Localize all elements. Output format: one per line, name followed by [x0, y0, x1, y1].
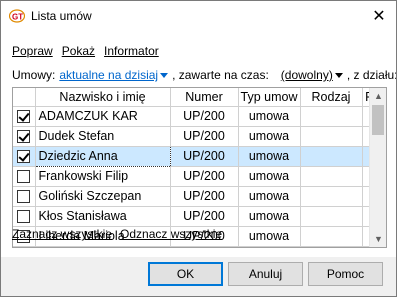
table-row[interactable]: Dziedzic Anna UP/200 umowa	[13, 145, 377, 167]
help-button[interactable]: Pomoc	[308, 262, 383, 286]
zawarte-dropdown-value: (dowolny)	[280, 68, 333, 82]
table-row[interactable]: Goliński Szczepan UP/200 umowa	[13, 186, 377, 207]
cell-type: umowa	[238, 186, 301, 207]
filter-bar: Umowy: aktualne na dzisiaj , zawarte na …	[12, 68, 397, 82]
cell-type: umowa	[238, 106, 301, 127]
cell-kind	[300, 206, 363, 227]
cell-number: UP/200	[170, 166, 239, 187]
umowy-dropdown-value: aktualne na dzisiaj	[59, 68, 159, 82]
cell-kind	[300, 186, 363, 207]
col-header-check[interactable]	[13, 88, 36, 107]
dialog-window: GT Lista umów ✕ Popraw Pokaż Informator …	[0, 0, 397, 297]
title-bar: GT Lista umów ✕	[1, 1, 396, 31]
menu-bar: Popraw Pokaż Informator	[12, 44, 159, 58]
cell-type: umowa	[238, 146, 301, 167]
row-checkbox[interactable]	[17, 130, 31, 144]
umowy-label: Umowy:	[12, 68, 56, 82]
dzial-label: , z działu:	[346, 68, 397, 82]
table-row[interactable]: Frankowski Filip UP/200 umowa	[13, 166, 377, 187]
window-title: Lista umów	[31, 9, 92, 23]
cell-type: umowa	[238, 126, 301, 147]
scroll-up-icon[interactable]: ▲	[374, 91, 383, 101]
ok-button[interactable]: OK	[148, 262, 223, 286]
cell-name: Frankowski Filip	[35, 166, 171, 187]
row-checkbox[interactable]	[17, 210, 31, 224]
menu-pokaz[interactable]: Pokaż	[62, 44, 95, 58]
cell-name: Kłos Stanisława	[35, 206, 171, 227]
contracts-grid[interactable]: Nazwisko i imię Numer Typ umow Rodzaj F …	[12, 87, 387, 248]
row-checkbox[interactable]	[17, 170, 31, 184]
cell-kind	[300, 166, 363, 187]
cell-name: Goliński Szczepan	[35, 186, 171, 207]
cell-type: umowa	[238, 206, 301, 227]
dropdown-arrow-icon	[160, 73, 169, 79]
table-row[interactable]: ADAMCZUK KAR UP/200 umowa	[13, 106, 377, 127]
cell-kind	[300, 146, 363, 167]
button-bar: OK Anuluj Pomoc	[1, 257, 396, 296]
col-header-number[interactable]: Numer	[170, 88, 239, 107]
cell-number: UP/200	[170, 126, 239, 147]
row-checkbox[interactable]	[17, 150, 31, 164]
select-all-link[interactable]: Zaznacz wszystkie	[12, 227, 112, 241]
row-checkbox-cell	[13, 106, 36, 127]
dialog-content: Popraw Pokaż Informator Umowy: aktualne …	[1, 31, 396, 257]
cell-kind	[300, 226, 363, 247]
row-checkbox[interactable]	[17, 110, 31, 124]
menu-informator[interactable]: Informator	[104, 44, 159, 58]
cell-name: Dudek Stefan	[35, 126, 171, 147]
table-row[interactable]: Dudek Stefan UP/200 umowa	[13, 126, 377, 147]
zawarte-label: , zawarte na czas:	[172, 68, 269, 82]
row-checkbox-cell	[13, 146, 36, 167]
table-row[interactable]: Kłos Stanisława UP/200 umowa	[13, 206, 377, 227]
row-checkbox-cell	[13, 186, 36, 207]
cell-kind	[300, 126, 363, 147]
cell-number: UP/200	[170, 106, 239, 127]
scroll-down-icon[interactable]: ▼	[374, 234, 383, 244]
cell-kind	[300, 106, 363, 127]
cell-name: Dziedzic Anna	[34, 145, 171, 167]
deselect-all-link[interactable]: Odznacz wszystkie	[120, 227, 222, 241]
vertical-scrollbar[interactable]: ▲ ▼	[369, 88, 386, 247]
table-header: Nazwisko i imię Numer Typ umow Rodzaj F	[13, 88, 377, 107]
cell-number: UP/200	[170, 206, 239, 227]
cell-number: UP/200	[170, 146, 239, 167]
cell-type: umowa	[238, 166, 301, 187]
col-header-type[interactable]: Typ umow	[238, 88, 301, 107]
menu-popraw[interactable]: Popraw	[12, 44, 53, 58]
dropdown-arrow-icon	[334, 73, 343, 79]
contracts-table: Nazwisko i imię Numer Typ umow Rodzaj F …	[13, 88, 377, 247]
selection-links: Zaznacz wszystkie Odznacz wszystkie	[12, 227, 222, 241]
table-body: ADAMCZUK KAR UP/200 umowa Dudek Stefan UP/20…	[13, 106, 377, 247]
cell-name: ADAMCZUK KAR	[35, 106, 171, 127]
umowy-dropdown[interactable]: aktualne na dzisiaj	[59, 68, 169, 82]
cell-number: UP/200	[170, 186, 239, 207]
zawarte-dropdown[interactable]: (dowolny)	[281, 68, 343, 82]
row-checkbox-cell	[13, 166, 36, 187]
col-header-kind[interactable]: Rodzaj	[300, 88, 363, 107]
cancel-button[interactable]: Anuluj	[228, 262, 303, 286]
cell-type: umowa	[238, 226, 301, 247]
scroll-thumb[interactable]	[372, 105, 384, 135]
row-checkbox-cell	[13, 206, 36, 227]
close-icon[interactable]: ✕	[362, 1, 396, 31]
row-checkbox-cell	[13, 126, 36, 147]
svg-text:GT: GT	[12, 13, 23, 22]
row-checkbox[interactable]	[17, 190, 31, 204]
app-logo-icon: GT	[9, 9, 25, 23]
col-header-name[interactable]: Nazwisko i imię	[35, 88, 171, 107]
